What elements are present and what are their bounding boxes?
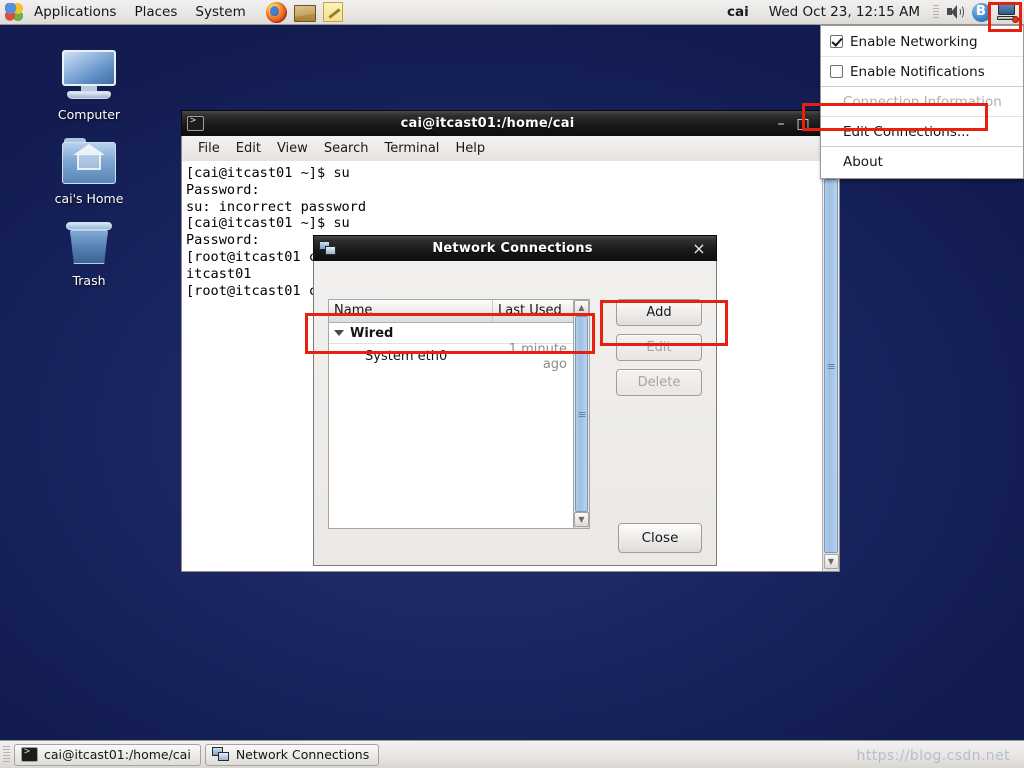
chevron-down-icon[interactable] [334,330,344,336]
trash-icon [41,210,137,268]
gnome-foot-icon[interactable] [5,3,23,21]
desktop-icon-label: Computer [41,107,137,122]
terminal-icon [187,115,205,133]
panel-clock[interactable]: Wed Oct 23, 12:15 AM [759,4,930,20]
scroll-up-icon[interactable]: ▲ [574,300,589,315]
menu-item-label: Edit Connections... [843,124,970,140]
dialog-close-icon[interactable]: × [688,239,710,259]
desktop-icon-computer[interactable]: Computer [41,44,137,122]
menu-item-label: Connection Information [843,94,1002,110]
desktop-icon-home[interactable]: cai's Home [41,128,137,206]
terminal-menu-file[interactable]: File [190,139,228,158]
terminal-scrollbar[interactable]: ▲ ▼ [822,161,839,571]
menu-item-label: Enable Networking [850,34,978,50]
delete-button[interactable]: Delete [616,369,702,396]
connection-group-label: Wired [350,326,393,341]
connection-name: System eth0 [329,349,493,364]
watermark: https://blog.csdn.net [857,748,1010,764]
top-panel: Applications Places System cai Wed Oct 2… [0,0,1024,25]
terminal-title: cai@itcast01:/home/cai [205,116,770,131]
firefox-icon[interactable] [265,1,289,23]
computer-icon [41,44,137,102]
scroll-down-icon[interactable]: ▼ [574,512,589,527]
network-applet-menu[interactable]: Enable Networking Enable Notifications C… [820,25,1024,179]
column-header-name[interactable]: Name [329,300,493,322]
connections-scrollbar[interactable]: ▲ ▼ [573,299,590,529]
network-icon[interactable] [996,1,1018,23]
menu-system[interactable]: System [187,1,253,23]
terminal-menu-terminal[interactable]: Terminal [376,139,447,158]
terminal-menu-help[interactable]: Help [447,139,493,158]
menu-item-enable-networking[interactable]: Enable Networking [821,27,1023,57]
evolution-mail-icon[interactable] [293,1,317,23]
panel-username[interactable]: cai [717,4,759,20]
network-connections-icon [212,747,230,763]
terminal-menu-edit[interactable]: Edit [228,139,269,158]
taskbar-item-terminal[interactable]: cai@itcast01:/home/cai [14,744,201,766]
close-button[interactable]: Close [618,523,702,553]
menu-item-label: Enable Notifications [850,64,985,80]
terminal-titlebar[interactable]: cai@itcast01:/home/cai – □ × [181,110,840,136]
volume-icon[interactable] [944,1,966,23]
terminal-maximize-button[interactable]: □ [792,114,814,134]
taskbar-item-label: Network Connections [236,747,369,762]
connections-list-header: Name Last Used [329,300,573,323]
dialog-titlebar[interactable]: Network Connections × [313,235,717,261]
menu-applications[interactable]: Applications [26,1,124,23]
tray-grip [933,5,939,20]
menu-places[interactable]: Places [126,1,185,23]
scrollbar-grip [578,412,585,417]
terminal-menu-view[interactable]: View [269,139,316,158]
terminal-scrollbar-thumb[interactable] [824,179,838,553]
home-folder-icon [41,128,137,186]
notes-editor-icon[interactable] [321,1,345,23]
dialog-title: Network Connections [337,241,688,256]
terminal-menubar: File Edit View Search Terminal Help [181,136,840,161]
menu-item-connection-information: Connection Information [821,87,1023,117]
menu-item-edit-connections[interactable]: Edit Connections... [821,117,1023,147]
connections-list[interactable]: Name Last Used Wired System eth0 1 minut… [328,299,573,529]
edit-button[interactable]: Edit [616,334,702,361]
dialog-action-buttons: Add Edit Delete [616,299,702,404]
checkbox-checked-icon[interactable] [830,35,843,48]
taskbar-grip[interactable] [3,746,10,764]
desktop-icon-label: Trash [41,273,137,288]
taskbar-item-label: cai@itcast01:/home/cai [44,747,191,762]
desktop-icon-trash[interactable]: Trash [41,210,137,288]
terminal-minimize-button[interactable]: – [770,114,792,134]
connections-list-wrapper: Name Last Used Wired System eth0 1 minut… [328,299,590,529]
menu-item-label: About [843,154,883,170]
connection-row-system-eth0[interactable]: System eth0 1 minute ago [329,344,573,369]
add-button[interactable]: Add [616,299,702,326]
terminal-menu-search[interactable]: Search [316,139,377,158]
menu-item-about[interactable]: About [821,147,1023,177]
taskbar-item-network-connections[interactable]: Network Connections [205,744,379,766]
scrollbar-grip [828,364,835,369]
bluetooth-icon[interactable] [970,1,992,23]
terminal-icon [21,747,38,762]
column-header-last-used[interactable]: Last Used [493,300,573,322]
network-connections-icon [319,240,337,258]
checkbox-unchecked-icon[interactable] [830,65,843,78]
scroll-down-icon[interactable]: ▼ [824,554,839,569]
network-connections-dialog[interactable]: Network Connections × Name Last Used Wir… [313,235,717,566]
connection-last-used: 1 minute ago [493,342,573,372]
connections-scrollbar-thumb[interactable] [575,316,588,512]
desktop-icon-label: cai's Home [41,191,137,206]
dialog-body: Name Last Used Wired System eth0 1 minut… [313,261,717,566]
bottom-taskbar: cai@itcast01:/home/cai Network Connectio… [0,740,1024,768]
menu-item-enable-notifications[interactable]: Enable Notifications [821,57,1023,87]
